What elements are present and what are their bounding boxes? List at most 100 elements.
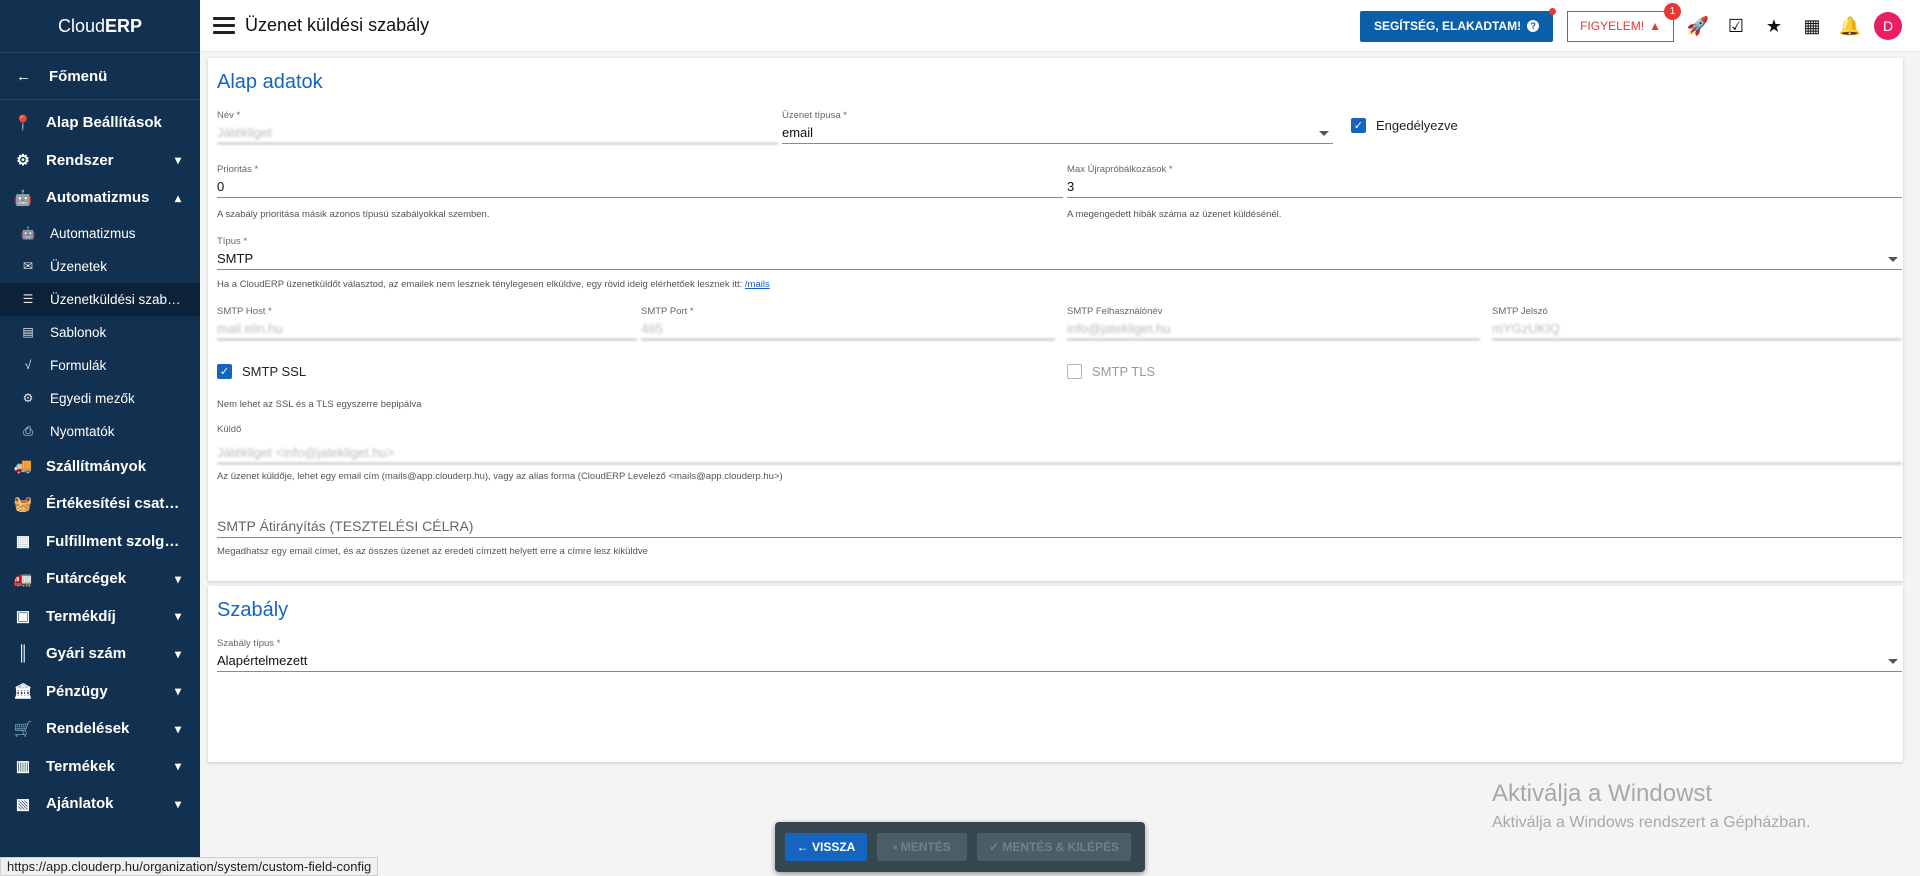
rule-title: Szabály	[217, 599, 289, 621]
sidebar-item-penzugy[interactable]: 🏛 Pénzügy ▾	[0, 673, 200, 711]
map-pin-icon: 📍	[13, 114, 33, 132]
smtp-port-label: SMTP Port *	[641, 306, 694, 317]
back-button[interactable]: ← VISSZA	[785, 833, 867, 861]
brand-logo[interactable]: Cloud ERP	[0, 0, 200, 52]
sidebar-item-fulfillment[interactable]: ▦ Fulfillment szolg…	[0, 523, 200, 561]
checkbox-checked-icon: ✓	[1351, 118, 1366, 133]
warehouse-icon: ▦	[15, 533, 31, 551]
priority-label: Prioritás *	[217, 164, 259, 175]
type-label: Típus *	[217, 236, 248, 247]
sidebar-item-termekdij[interactable]: ▣ Termékdíj ▾	[0, 598, 200, 636]
top-bar: Üzenet küldési szabály SEGÍTSÉG, ELAKADT…	[200, 0, 1920, 52]
sidebar-item-label: Termékdíj	[46, 607, 116, 625]
sender-value: Játékliget <info@jatekliget.hu>	[217, 436, 1902, 464]
enabled-checkbox[interactable]: ✓ Engedélyezve	[1351, 118, 1458, 133]
smtp-host-value: mail.elin.hu	[217, 318, 637, 340]
task-list-icon[interactable]: ☑	[1722, 12, 1750, 40]
sidebar-subitem-label: Sablonok	[50, 324, 107, 340]
sidebar-item-ertekesitesi-csatornak[interactable]: 🧺 Értékesítési csat…	[0, 485, 200, 523]
sender-field[interactable]: Küldő Játékliget <info@jatekliget.hu>	[217, 424, 1902, 464]
smtp-redirect-hint: Megadhatsz egy email címet, és az összes…	[217, 546, 648, 557]
smtp-password-field[interactable]: SMTP Jelszó mYGzUKIQ	[1492, 306, 1902, 340]
main-menu-back[interactable]: ← Főmenü	[0, 52, 200, 100]
chevron-down-icon: ▾	[174, 684, 182, 699]
status-bar-url: https://app.clouderp.hu/organization/sys…	[0, 857, 379, 876]
sidebar-subitem-egyedi-mezok[interactable]: ⚙ Egyedi mezők	[0, 382, 200, 415]
sidebar-item-termekek[interactable]: ▥ Termékek ▾	[0, 748, 200, 786]
sidebar-subitem-uzenetkuldesi-szabalyok[interactable]: ☰ Üzenetküldési szab…	[0, 282, 200, 316]
check-icon: ✓	[988, 840, 1003, 854]
checkbox-unchecked-icon	[1067, 364, 1082, 379]
bottom-action-bar: ← VISSZA ▪ MENTÉS ✓ MENTÉS & KILÉPÉS	[775, 822, 1145, 872]
dolly-icon: ▥	[15, 758, 31, 776]
sidebar-subitem-label: Üzenetküldési szab…	[50, 291, 181, 307]
caret-down-icon	[1319, 131, 1329, 136]
max-retries-label: Max Újrapróbálkozások *	[1067, 164, 1173, 175]
sidebar-subitem-label: Automatizmus	[50, 225, 136, 241]
sidebar-item-automatizmus[interactable]: 🤖 Automatizmus ▴	[0, 179, 200, 217]
sidebar-subitem-sablonok[interactable]: ▤ Sablonok	[0, 316, 200, 349]
sidebar-item-rendelesek[interactable]: 🛒 Rendelések ▾	[0, 710, 200, 748]
sidebar-subitem-automatizmus[interactable]: 🤖 Automatizmus	[0, 217, 200, 250]
smtp-host-label: SMTP Host *	[217, 306, 272, 317]
smtp-port-value: 465	[641, 318, 1055, 340]
caret-down-icon	[1888, 257, 1898, 262]
sidebar-subitem-nyomtatok[interactable]: ⎙ Nyomtatók	[0, 415, 200, 448]
max-retries-value: 3	[1067, 176, 1902, 198]
rule-type-select[interactable]: Szabály típus * Alapértelmezett	[217, 638, 1902, 672]
sidebar-item-gyari-szam[interactable]: ║ Gyári szám ▾	[0, 635, 200, 673]
avatar[interactable]: D	[1874, 12, 1902, 40]
smtp-redirect-placeholder: SMTP Átirányítás (TESZTELÉSI CÉLRA)	[217, 508, 1902, 538]
rocket-icon[interactable]: 🚀	[1684, 12, 1712, 40]
sidebar-item-label: Alap Beállítások	[46, 114, 162, 132]
mails-link[interactable]: /mails	[745, 279, 770, 290]
gears-icon: ⚙	[22, 391, 34, 405]
rule-type-value: Alapértelmezett	[217, 650, 1902, 672]
sidebar-nav: 📍 Alap Beállítások ⚙ Rendszer ▾ 🤖 Automa…	[0, 104, 200, 823]
robot-icon: 🤖	[20, 226, 36, 240]
smtp-redirect-field[interactable]: SMTP Átirányítás (TESZTELÉSI CÉLRA)	[217, 508, 1902, 538]
star-icon[interactable]: ★	[1760, 12, 1788, 40]
smtp-ssl-label: SMTP SSL	[242, 364, 307, 379]
sidebar-subitem-formulak[interactable]: √ Formulák	[0, 349, 200, 382]
sidebar-item-futarcegek[interactable]: 🚛 Futárcégek ▾	[0, 560, 200, 598]
warning-count-badge: 1	[1664, 2, 1681, 20]
smtp-username-field[interactable]: SMTP Felhasználónév info@jatekliget.hu	[1067, 306, 1480, 340]
smtp-tls-checkbox[interactable]: SMTP TLS	[1067, 364, 1155, 379]
rule-type-text: Alapértelmezett	[217, 653, 308, 668]
hamburger-menu-icon[interactable]	[213, 17, 235, 34]
chevron-down-icon: ▾	[174, 796, 182, 811]
file-invoice-icon: ▧	[15, 795, 31, 813]
enabled-label: Engedélyezve	[1376, 118, 1458, 133]
name-field[interactable]: Név * Játékliget	[217, 110, 778, 144]
back-button-label: VISSZA	[812, 840, 856, 854]
type-select[interactable]: Típus * SMTP	[217, 236, 1902, 270]
sidebar-item-rendszer[interactable]: ⚙ Rendszer ▾	[0, 142, 200, 180]
chevron-down-icon: ▾	[174, 571, 182, 586]
smtp-tls-label: SMTP TLS	[1092, 364, 1156, 379]
smtp-port-field[interactable]: SMTP Port * 465	[641, 306, 1055, 340]
warning-button[interactable]: FIGYELEM! ▲ 1	[1567, 2, 1681, 42]
priority-value: 0	[217, 176, 1063, 198]
sliders-icon: ☰	[22, 292, 34, 306]
message-type-select[interactable]: Üzenet típusa * email	[782, 110, 1333, 144]
building-icon[interactable]: ▦	[1798, 12, 1826, 40]
priority-field[interactable]: Prioritás * 0	[217, 164, 1063, 198]
sidebar-subitem-uzenetek[interactable]: ✉ Üzenetek	[0, 250, 200, 283]
save-button[interactable]: ▪ MENTÉS	[877, 833, 967, 861]
save-button-label: MENTÉS	[900, 840, 951, 854]
smtp-username-value: info@jatekliget.hu	[1067, 318, 1480, 340]
max-retries-field[interactable]: Max Újrapróbálkozások * 3	[1067, 164, 1902, 198]
barcode-icon: ║	[17, 645, 29, 663]
sidebar-item-label: Rendszer	[46, 151, 114, 169]
sidebar-item-ajanlatok[interactable]: ▧ Ajánlatok ▾	[0, 785, 200, 823]
sidebar-item-szallitmanyok[interactable]: 🚚 Szállítmányok	[0, 448, 200, 486]
sidebar-item-label: Automatizmus	[46, 189, 150, 207]
sidebar-item-alap-beallitasok[interactable]: 📍 Alap Beállítások	[0, 104, 200, 142]
smtp-host-field[interactable]: SMTP Host * mail.elin.hu	[217, 306, 637, 340]
bell-icon[interactable]: 🔔	[1836, 12, 1864, 40]
save-and-exit-button[interactable]: ✓ MENTÉS & KILÉPÉS	[977, 833, 1131, 861]
smtp-ssl-checkbox[interactable]: ✓ SMTP SSL	[217, 364, 306, 379]
page-title: Üzenet küldési szabály	[245, 15, 430, 35]
help-button[interactable]: SEGÍTSÉG, ELAKADTAM! ?	[1359, 7, 1557, 42]
